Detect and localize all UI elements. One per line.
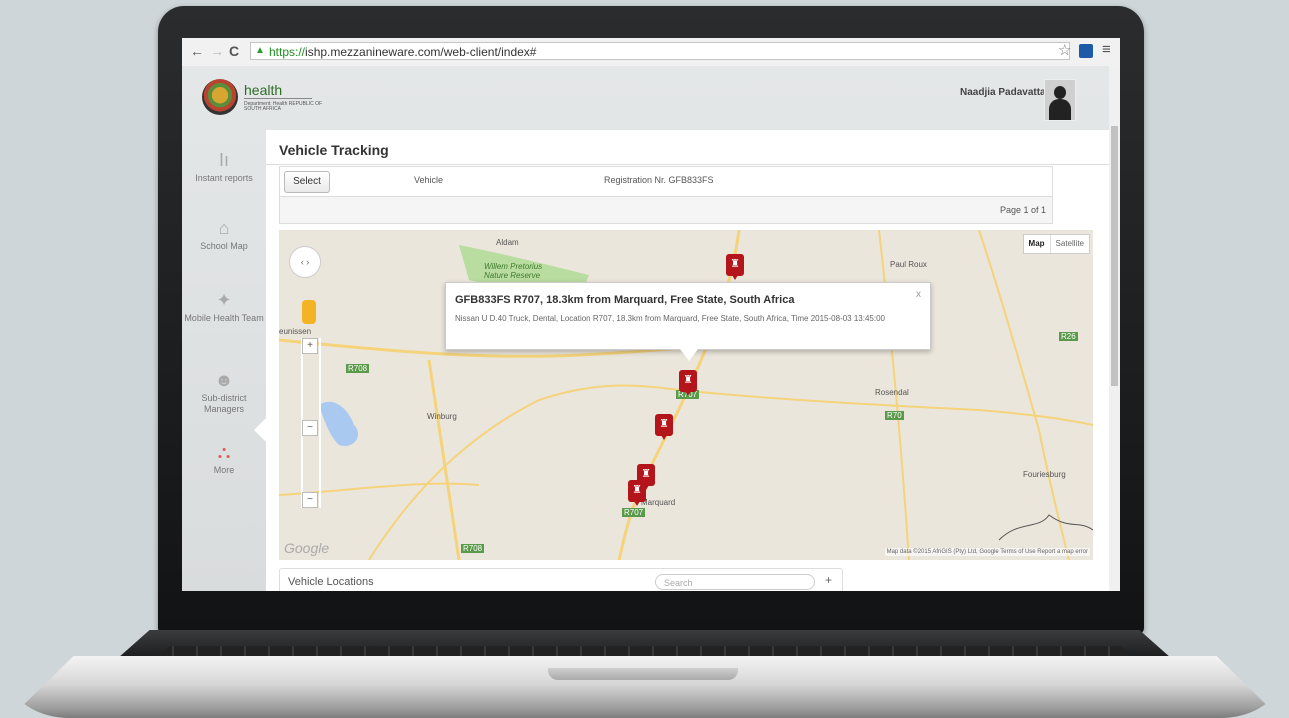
popup-title: GFB833FS R707, 18.3km from Marquard, Fre… <box>455 294 795 306</box>
brand-divider <box>244 98 312 99</box>
vehicle-locations-panel: Vehicle Locations Search + <box>279 568 843 591</box>
bar-chart-icon: Iı <box>218 150 229 170</box>
person-icon: ☻ <box>214 370 234 390</box>
title-divider <box>266 164 1109 165</box>
map-label-winburg: Winburg <box>427 412 457 421</box>
coat-of-arms-logo <box>202 79 238 115</box>
sidebar-item-label: Sub-district Managers <box>201 393 247 414</box>
registration-cell: Registration Nr. GFB833FS <box>604 175 714 185</box>
browser-menu-icon[interactable]: ≡ <box>1102 41 1111 58</box>
vehicle-marker[interactable]: ♜ <box>655 414 673 440</box>
scrollbar-thumb[interactable] <box>1111 126 1118 386</box>
sidebar-item-label: More <box>213 465 235 475</box>
screen: ← → C ▲ https://ishp.mezzanineware.com/w… <box>182 38 1120 591</box>
url-protocol: https:// <box>269 45 306 59</box>
reload-button[interactable]: C <box>229 43 239 59</box>
sidebar-item-mobile-health-team[interactable]: ✦ Mobile Health Team <box>182 290 266 324</box>
bookmark-star-icon[interactable]: ☆ <box>1058 41 1071 59</box>
laptop-chassis <box>10 656 1280 718</box>
map-label-reserve: Willem Pretorius Nature Reserve <box>484 262 543 280</box>
map-label-marquard: Marquard <box>641 498 676 507</box>
search-input[interactable]: Search <box>655 574 815 590</box>
address-bar[interactable]: ▲ https://ishp.mezzanineware.com/web-cli… <box>250 42 1070 60</box>
app-header: health Department: Health REPUBLIC OF SO… <box>182 66 1109 128</box>
zoom-in-button[interactable]: + <box>302 338 318 354</box>
browser-toolbar: ← → C ▲ https://ishp.mezzanineware.com/w… <box>182 38 1120 67</box>
map-type-satellite-button[interactable]: Satellite <box>1051 235 1089 253</box>
sidebar: Iı Instant reports ⌂ School Map ✦ Mobile… <box>182 130 266 590</box>
road <box>368 384 680 560</box>
page-indicator: Page 1 of 1 <box>999 205 1046 215</box>
map-attribution[interactable]: Map data ©2015 AfriGIS (Pty) Ltd, Google… <box>884 548 1090 556</box>
road <box>978 230 1070 560</box>
laptop-base <box>0 630 1289 718</box>
zoom-slider[interactable]: + − − <box>301 338 321 508</box>
home-icon: ⌂ <box>218 218 230 238</box>
vehicle-info-popup: GFB833FS R707, 18.3km from Marquard, Fre… <box>445 282 931 361</box>
vehicle-marker[interactable]: ♜ <box>679 370 697 396</box>
road-badge: R708 <box>461 544 485 553</box>
add-button[interactable]: + <box>825 573 832 587</box>
sidebar-item-label: Mobile Health Team <box>184 313 264 323</box>
user-name[interactable]: Naadjia Padavattan <box>960 87 1052 98</box>
map-label-theunissen: eunissen <box>279 327 312 336</box>
sidebar-item-label: Instant reports <box>195 173 253 183</box>
sidebar-item-label: School Map <box>200 241 248 251</box>
map-label-paul-roux: Paul Roux <box>890 260 927 269</box>
vehicle-marker[interactable]: ♜ <box>726 254 744 280</box>
pager: Page 1 of 1 <box>280 197 1052 223</box>
road-badge: R26 <box>1059 332 1078 341</box>
lake <box>319 401 359 446</box>
main-content: Vehicle Tracking Select Vehicle Registra… <box>266 130 1109 591</box>
map-type-control: Map Satellite <box>1022 234 1090 254</box>
map[interactable]: Aldam Willem Pretorius Nature Reserve Pa… <box>279 230 1093 560</box>
forward-button[interactable]: → <box>210 43 224 59</box>
url-path: ishp.mezzanineware.com/web-client/index# <box>305 45 537 59</box>
close-icon[interactable]: x <box>916 289 921 300</box>
lock-icon: ▲ <box>255 45 265 56</box>
vehicle-locations-title: Vehicle Locations <box>288 576 374 588</box>
page-title: Vehicle Tracking <box>279 142 389 158</box>
vehicle-table: Select Vehicle Registration Nr. GFB833FS… <box>279 166 1053 224</box>
popup-body: Nissan U D.40 Truck, Dental, Location R7… <box>455 314 885 323</box>
road-badge: R70 <box>885 411 904 420</box>
zoom-handle[interactable]: − <box>302 420 318 436</box>
pegman-icon[interactable] <box>302 300 316 324</box>
map-label-rosendal: Rosendal <box>875 388 909 397</box>
sidebar-item-school-map[interactable]: ⌂ School Map <box>182 218 266 252</box>
google-logo: Google <box>284 540 330 556</box>
sidebar-item-more[interactable]: ⛬ More <box>182 442 266 476</box>
extension-icon[interactable] <box>1079 44 1093 58</box>
brand-subtitle: Department: Health REPUBLIC OF SOUTH AFR… <box>244 101 323 112</box>
map-label-aldam: Aldam <box>496 238 519 247</box>
pan-control[interactable]: ‹ › <box>289 246 321 278</box>
app: health Department: Health REPUBLIC OF SO… <box>182 66 1120 591</box>
scrollbar[interactable] <box>1109 66 1120 591</box>
border-line <box>998 514 1093 541</box>
sidebar-item-sub-district-managers[interactable]: ☻ Sub-district Managers <box>182 370 266 415</box>
team-icon: ✦ <box>216 290 232 310</box>
select-button[interactable]: Select <box>284 171 330 193</box>
hierarchy-icon: ⛬ <box>217 442 231 462</box>
road-badge: R707 <box>622 508 646 517</box>
brand-name: health <box>244 82 283 98</box>
sidebar-active-pointer <box>254 418 266 442</box>
map-type-map-button[interactable]: Map <box>1024 235 1051 253</box>
road-badge: R708 <box>346 364 370 373</box>
vehicle-marker[interactable]: ♜ <box>628 480 646 506</box>
map-label-fouriesburg: Fouriesburg <box>1023 470 1066 479</box>
avatar[interactable] <box>1044 79 1076 121</box>
vehicle-column: Vehicle <box>414 175 444 185</box>
back-button[interactable]: ← <box>190 43 204 59</box>
road <box>427 359 461 560</box>
sidebar-item-instant-reports[interactable]: Iı Instant reports <box>182 150 266 184</box>
laptop-notch <box>548 668 738 680</box>
zoom-out-button[interactable]: − <box>302 492 318 508</box>
